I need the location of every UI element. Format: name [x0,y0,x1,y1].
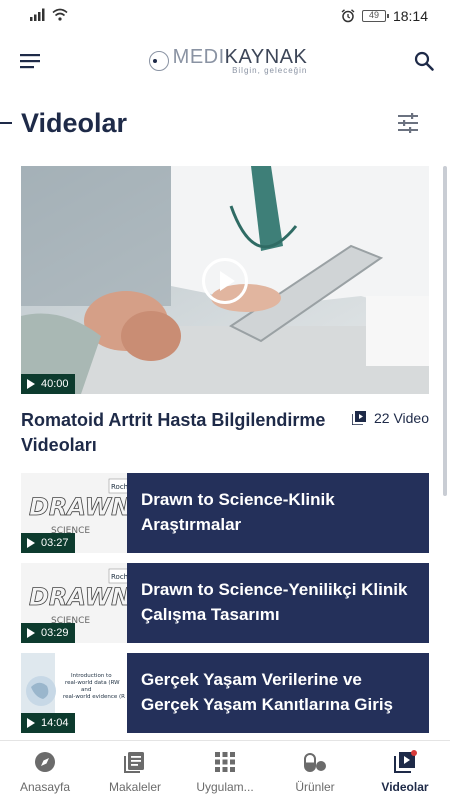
list-item[interactable]: Introduction to real-world data (RW and … [21,653,429,733]
nav-item-urunler[interactable]: Ürünler [270,741,360,800]
video-thumbnail: DRAWN SCIENCE Roch 03:29 [21,563,127,643]
menu-icon[interactable] [20,53,42,69]
signal-icon [30,8,45,21]
svg-text:Introduction to: Introduction to [71,673,112,679]
search-icon[interactable] [414,51,434,71]
play-icon [220,271,235,291]
duration-play-icon [27,628,35,638]
list-item[interactable]: DRAWN SCIENCE Roch 03:29 Drawn to Scienc… [21,563,429,643]
video-title: Drawn to Science-Yenilikçi Klinik Çalışm… [127,563,429,643]
page-header: Videolar [0,100,450,146]
featured-title[interactable]: Romatoid Artrit Hasta Bilgilendirme Vide… [21,408,341,458]
nav-item-videolar[interactable]: Videolar [360,741,450,800]
nav-item-anasayfa[interactable]: Anasayfa [0,741,90,800]
video-count: 22 Video [351,410,429,426]
video-list: DRAWN SCIENCE Roch 03:27 Drawn to Scienc… [21,473,429,733]
status-icons-left [30,8,68,21]
logo-medi: MEDI [172,46,225,68]
nav-label: Anasayfa [19,780,71,794]
compass-icon [35,752,55,772]
svg-text:DRAWN: DRAWN [29,493,127,521]
battery-icon: 49 [361,10,389,22]
apps-grid-icon [215,752,235,772]
medikaynak-logo[interactable]: MEDIKAYNAK Bilgin, geleceğin [148,47,308,75]
wifi-icon [52,8,68,21]
logo-tagline: Bilgin, geleceğin [232,66,308,75]
title-accent-line [0,122,12,124]
svg-text:real-world data (RW: real-world data (RW [65,680,120,686]
svg-text:Roch: Roch [111,483,127,491]
playlist-icon [351,411,366,425]
status-bar: 49 18:14 [0,0,450,32]
filter-icon[interactable] [398,113,420,133]
duration-badge: 14:04 [21,713,75,733]
duration-badge: 40:00 [21,374,75,394]
pill-icon [304,753,326,772]
page-title: Videolar [21,107,128,138]
duration-play-icon [27,718,35,728]
app-bar: MEDIKAYNAK Bilgin, geleceğin [0,38,450,84]
svg-text:and: and [81,687,91,693]
duration-play-icon [27,538,35,548]
list-item[interactable]: DRAWN SCIENCE Roch 03:27 Drawn to Scienc… [21,473,429,553]
video-title: Drawn to Science-Klinik Araştırmalar [127,473,429,553]
featured-info: Romatoid Artrit Hasta Bilgilendirme Vide… [21,408,429,460]
svg-text:Roch: Roch [111,573,127,581]
video-content: 40:00 Romatoid Artrit Hasta Bilgilendirm… [21,166,429,743]
logo-text: MEDIKAYNAK Bilgin, geleceğin [173,47,308,75]
nav-item-makaleler[interactable]: Makaleler [90,741,180,800]
status-icons-right: 49 18:14 [341,8,428,24]
bottom-nav: Anasayfa Makaleler Uygulam... Ürünler Vi… [0,740,450,800]
duration-play-icon [27,379,35,389]
nav-item-uygulamalar[interactable]: Uygulam... [180,741,270,800]
logo-kaynak: KAYNAK [224,46,308,68]
alarm-icon [341,9,355,23]
video-thumbnail: Introduction to real-world data (RW and … [21,653,127,733]
nav-label: Ürünler [295,780,335,794]
scrollbar[interactable] [443,166,447,496]
nav-label: Videolar [381,780,429,794]
video-thumbnail: DRAWN SCIENCE Roch 03:27 [21,473,127,553]
play-button[interactable] [202,258,248,304]
clock-time: 18:14 [392,8,428,24]
logo-mark-icon [148,51,169,71]
video-title: Gerçek Yaşam Verilerine ve Gerçek Yaşam … [127,653,429,733]
nav-label: Uygulam... [196,780,254,794]
svg-text:DRAWN: DRAWN [29,583,127,611]
article-icon [124,752,144,773]
duration-badge: 03:27 [21,533,75,553]
duration-badge: 03:29 [21,623,75,643]
svg-text:real-world evidence (R: real-world evidence (R [63,694,125,700]
featured-video-thumbnail[interactable]: 40:00 [21,166,429,394]
nav-label: Makaleler [108,780,162,794]
notification-dot [411,750,417,756]
